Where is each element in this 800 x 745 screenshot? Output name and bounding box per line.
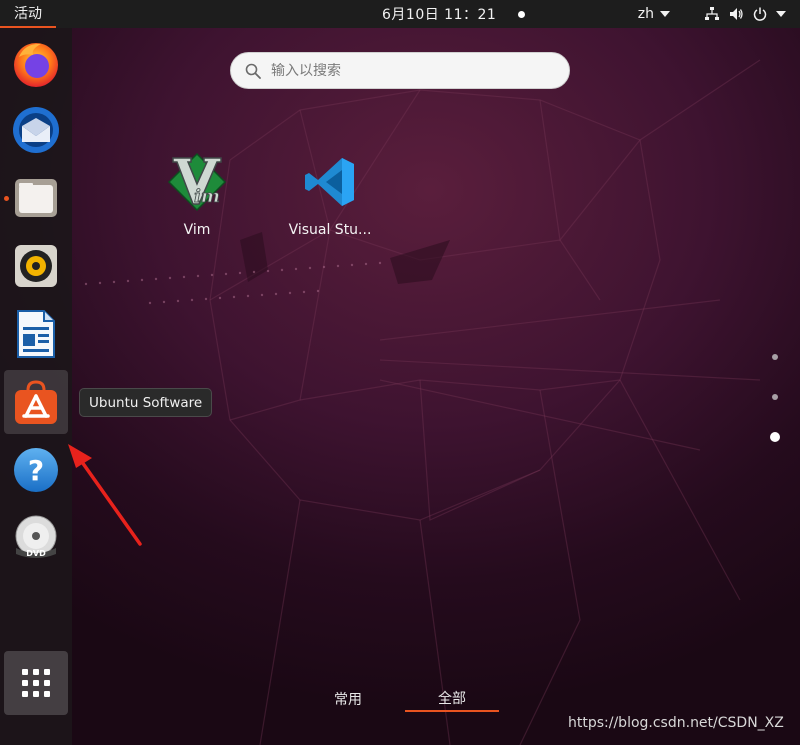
power-icon[interactable] <box>752 6 768 22</box>
rhythmbox-icon <box>15 245 57 287</box>
annotation-arrow-icon <box>68 444 142 546</box>
dock-item-rhythmbox[interactable] <box>4 234 68 298</box>
top-bar: 活动 6月10日 11：21 zh <box>0 0 800 28</box>
wallpaper-cat-art <box>84 59 761 745</box>
search-icon <box>245 63 261 79</box>
thunderbird-icon <box>13 107 59 153</box>
app-label: Vim <box>183 222 211 238</box>
page-indicator-3[interactable] <box>770 432 780 442</box>
app-tile-vim[interactable]: im Vim <box>142 150 252 250</box>
search-box[interactable] <box>230 52 570 89</box>
svg-text:?: ? <box>28 454 44 487</box>
page-indicator-1[interactable] <box>772 354 778 360</box>
desktop-wallpaper <box>0 0 800 745</box>
writer-icon <box>17 310 55 358</box>
tab-label: 全部 <box>438 691 466 707</box>
dock-item-thunderbird[interactable] <box>4 98 68 162</box>
input-method-menu[interactable]: zh <box>638 6 670 22</box>
tooltip-label: Ubuntu Software <box>89 394 203 411</box>
system-menu-chevron-icon[interactable] <box>776 11 786 17</box>
clock-button[interactable]: 6月10日 11：21 <box>382 0 526 28</box>
input-method-label: zh <box>637 6 654 22</box>
activities-button[interactable]: 活动 <box>0 0 56 28</box>
network-icon[interactable] <box>704 6 720 22</box>
clock-label: 6月10日 11：21 <box>382 7 497 23</box>
svg-text:im: im <box>194 186 220 207</box>
grid-icon <box>22 669 50 697</box>
tab-label: 常用 <box>334 692 362 708</box>
dock: ? DVD <box>0 28 72 745</box>
page-indicator-2[interactable] <box>772 394 778 400</box>
tab-all[interactable]: 全部 <box>405 686 499 712</box>
notification-dot-icon <box>518 10 526 18</box>
volume-icon[interactable] <box>728 6 744 22</box>
app-label: Visual Stu... <box>288 222 372 238</box>
activities-label: 活动 <box>14 6 42 22</box>
dvd-icon: DVD <box>15 515 57 558</box>
svg-text:DVD: DVD <box>26 549 46 558</box>
dock-item-writer[interactable] <box>4 302 68 366</box>
dock-item-files[interactable] <box>4 166 68 230</box>
vim-icon: im <box>167 152 227 212</box>
tab-frequent[interactable]: 常用 <box>318 686 378 712</box>
system-tray: zh <box>638 0 786 28</box>
dock-item-ubuntu-software[interactable] <box>4 370 68 434</box>
dock-item-dvd[interactable]: DVD <box>4 506 68 570</box>
help-icon: ? <box>14 448 58 492</box>
search-input[interactable] <box>271 62 541 79</box>
dock-item-firefox[interactable] <box>4 32 68 96</box>
show-applications-button[interactable] <box>4 651 68 715</box>
files-icon <box>15 179 57 217</box>
firefox-icon <box>14 43 58 87</box>
vscode-icon <box>305 158 354 206</box>
chevron-down-icon <box>660 11 670 17</box>
ubuntu-software-icon <box>15 380 57 424</box>
dock-item-help[interactable]: ? <box>4 438 68 502</box>
app-tile-visual-studio-code[interactable]: Visual Stu... <box>275 150 385 250</box>
dock-tooltip: Ubuntu Software <box>79 388 213 417</box>
watermark: https://blog.csdn.net/CSDN_XZ <box>568 715 784 731</box>
